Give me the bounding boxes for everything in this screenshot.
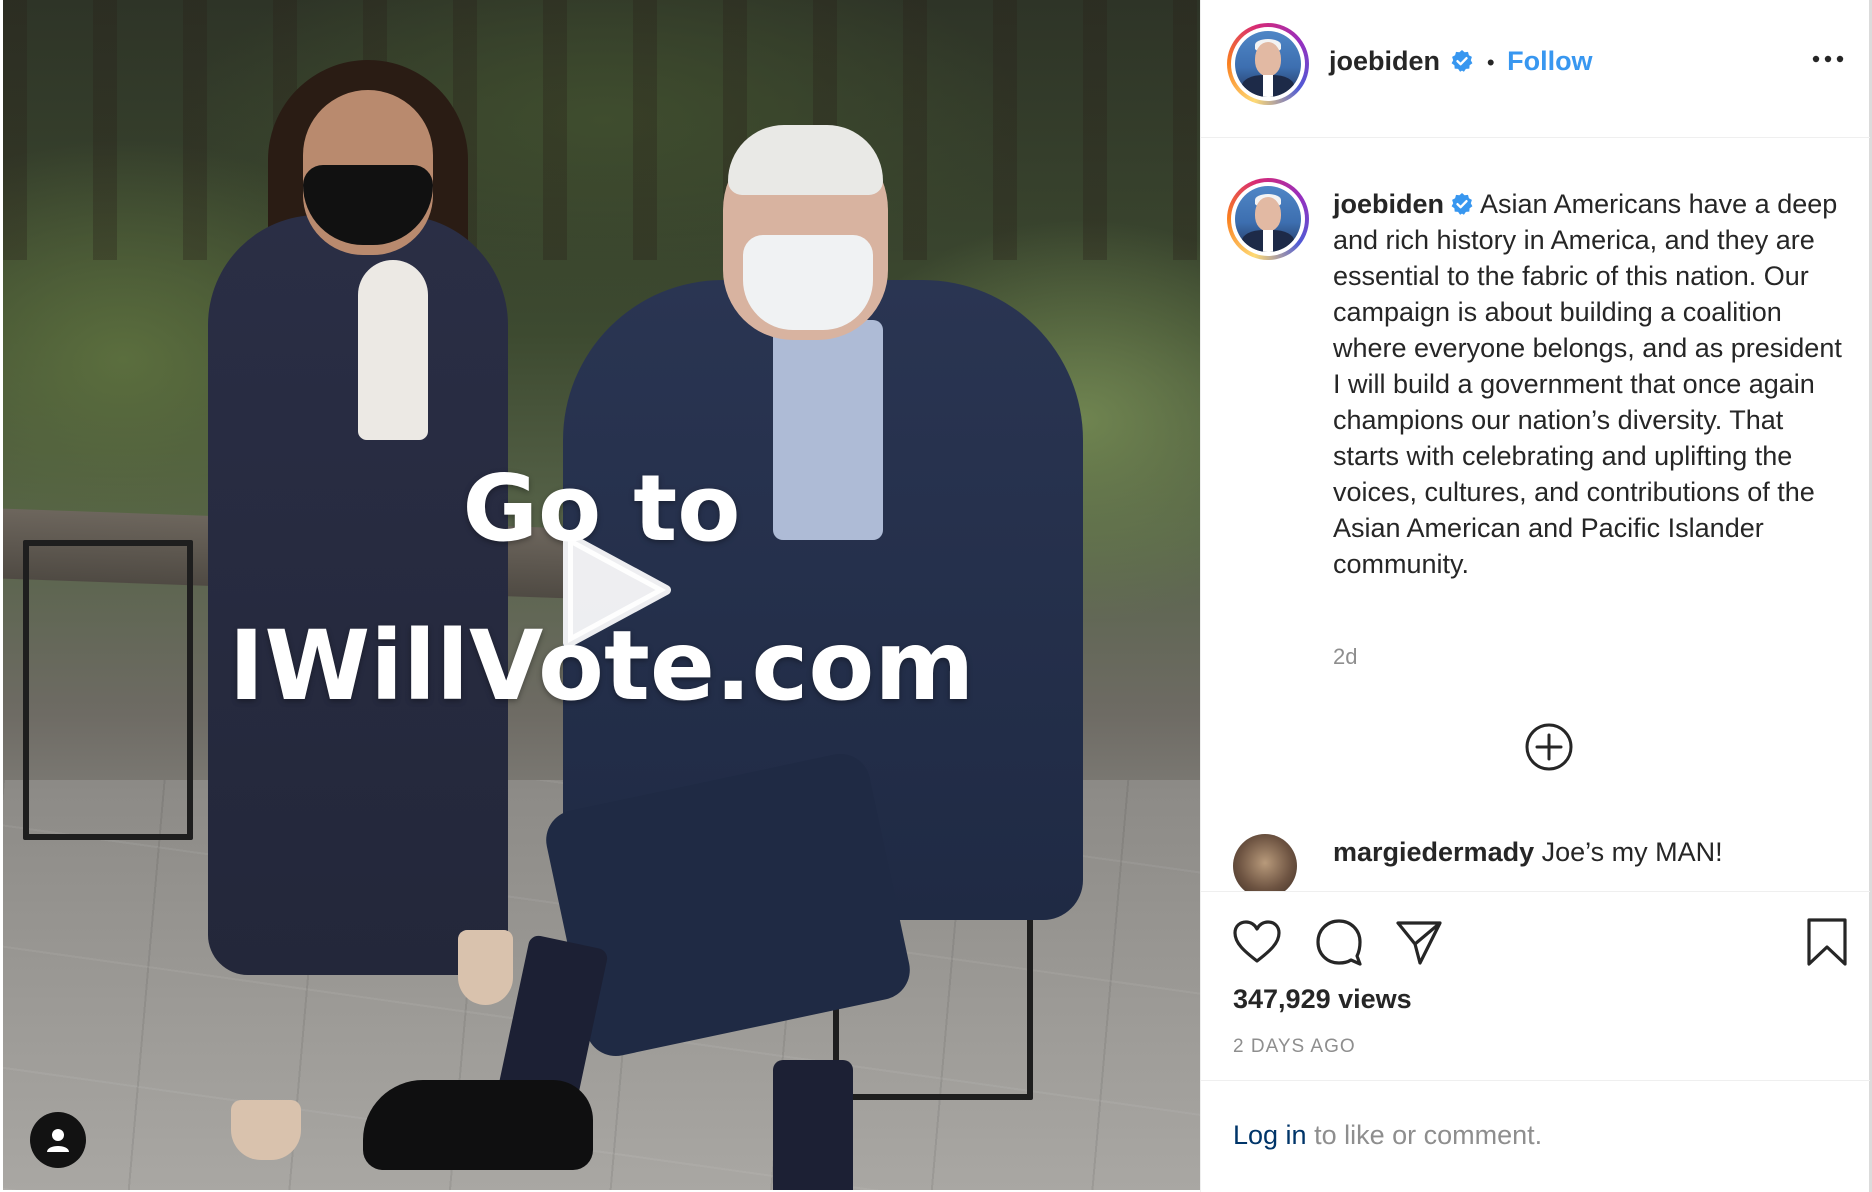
- comments-scroll-area[interactable]: joebiden Asian Americans have a deep and…: [1201, 139, 1870, 891]
- shoe: [231, 1100, 301, 1160]
- header-user-line: joebiden • Follow: [1329, 46, 1593, 77]
- user-icon: [47, 1129, 69, 1152]
- like-button[interactable]: [1231, 916, 1283, 968]
- heart-icon: [1233, 920, 1281, 963]
- save-button[interactable]: [1801, 916, 1853, 968]
- login-prompt-text: to like or comment.: [1306, 1120, 1543, 1150]
- post-date[interactable]: 2 DAYS AGO: [1233, 1036, 1356, 1058]
- post-header: joebiden • Follow: [1201, 0, 1870, 138]
- bookmark-icon: [1807, 918, 1847, 966]
- comment-body: Joe’s my MAN!: [1541, 837, 1723, 867]
- comment-button[interactable]: [1313, 916, 1365, 968]
- author-username[interactable]: joebiden: [1329, 46, 1440, 76]
- caption-author-avatar[interactable]: [1227, 178, 1309, 260]
- comment-icon: [1316, 919, 1362, 966]
- caption-body: Asian Americans have a deep and rich his…: [1333, 189, 1842, 579]
- more-options-icon: [1812, 55, 1844, 63]
- person-figure-right-hair: [728, 125, 883, 195]
- shoe: [458, 930, 513, 1005]
- commenter-avatar[interactable]: [1233, 834, 1297, 891]
- more-options-button[interactable]: [1811, 52, 1845, 70]
- sock: [773, 1060, 853, 1190]
- login-link[interactable]: Log in: [1233, 1120, 1307, 1150]
- caption-username[interactable]: joebiden: [1333, 189, 1444, 219]
- comment-item: margiedermady Joe’s my MAN!: [1231, 834, 1851, 891]
- post-caption: joebiden Asian Americans have a deep and…: [1333, 186, 1853, 582]
- login-prompt: Log in to like or comment.: [1233, 1120, 1542, 1151]
- tagged-users-button[interactable]: [30, 1112, 86, 1168]
- comment-text: margiedermady Joe’s my MAN!: [1333, 837, 1723, 868]
- follow-button[interactable]: Follow: [1507, 46, 1592, 76]
- verified-badge-icon: [1451, 193, 1473, 215]
- share-button[interactable]: [1393, 916, 1445, 968]
- person-figure-left-shirt: [358, 260, 428, 440]
- verified-badge-icon: [1452, 50, 1473, 72]
- view-count[interactable]: 347,929 views: [1233, 984, 1412, 1015]
- background-pergola: [3, 0, 1200, 260]
- commenter-username[interactable]: margiedermady: [1333, 837, 1534, 867]
- post-media[interactable]: Go to IWillVote.com: [3, 0, 1200, 1190]
- caption-timestamp[interactable]: 2d: [1333, 644, 1357, 670]
- shoe: [363, 1080, 593, 1170]
- face-mask: [743, 235, 873, 330]
- play-icon: [563, 532, 671, 648]
- author-avatar[interactable]: [1227, 23, 1309, 105]
- load-more-comments-button[interactable]: [1524, 722, 1574, 772]
- plus-circle-icon: [1525, 723, 1573, 771]
- share-icon: [1396, 921, 1442, 965]
- post-actions-section: 347,929 views 2 DAYS AGO: [1201, 891, 1870, 1081]
- header-separator: •: [1486, 50, 1495, 75]
- play-button[interactable]: [548, 525, 678, 655]
- post-details-panel: joebiden • Follow joebiden Asian America…: [1200, 0, 1872, 1192]
